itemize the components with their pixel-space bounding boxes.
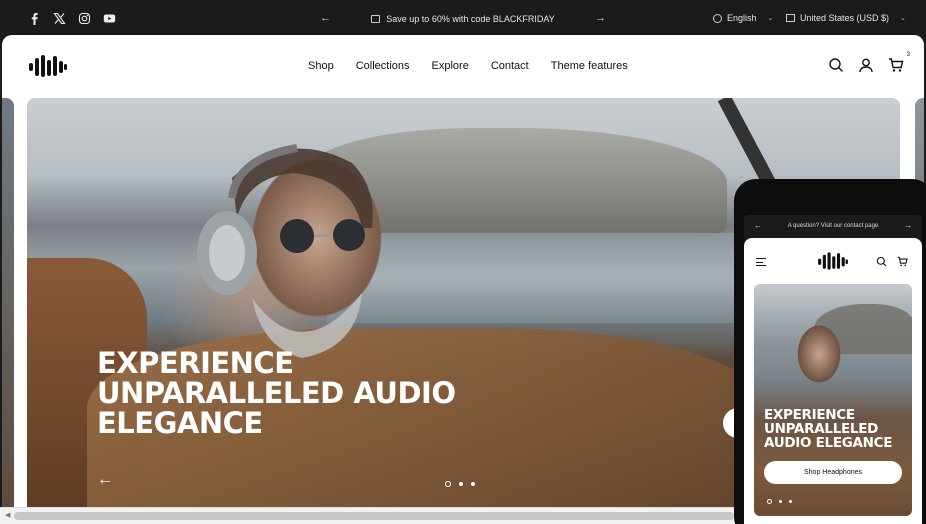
announcement-bar: ← Save up to 60% with code BLACKFRIDAY →… [0,0,926,36]
cart-count-badge: 3 [906,52,910,58]
slide-dot-2[interactable] [779,500,782,503]
brand-logo[interactable] [28,52,68,80]
mobile-screen: ← A question? Visit our contact page → E… [744,215,922,524]
arrow-right-icon[interactable]: → [904,222,912,230]
search-icon[interactable] [876,256,887,267]
social-links [28,12,116,25]
mobile-preview: ← A question? Visit our contact page → E… [734,179,926,524]
account-icon[interactable] [858,57,874,73]
header-icons: 3 [828,52,910,73]
currency-selector[interactable]: United States (USD $) ⌄ [786,13,906,23]
slide-dot-3[interactable] [789,500,792,503]
mobile-panel: EXPERIENCE UNPARALLELED AUDIO ELEGANCE S… [744,238,922,524]
youtube-icon[interactable] [103,12,116,25]
slide-dot-3[interactable] [471,482,475,486]
site-header: Shop Collections Explore Contact Theme f… [2,35,924,97]
mobile-slide-pagination [767,499,792,504]
instagram-icon[interactable] [78,12,91,25]
arrow-left-icon[interactable]: ← [97,472,117,488]
menu-icon[interactable] [756,258,766,266]
nav-item-collections[interactable]: Collections [356,60,410,72]
previous-slide-peek [2,98,14,524]
mobile-header-icons [876,256,908,267]
mobile-hero-title: EXPERIENCE UNPARALLELED AUDIO ELEGANCE [764,407,893,451]
arrow-right-icon[interactable]: → [595,13,606,24]
scroll-left-icon[interactable]: ◀ [5,511,10,519]
shop-headphones-button[interactable]: Shop Headphones [764,461,902,484]
nav-item-explore[interactable]: Explore [432,60,469,72]
slide-dot-1[interactable] [445,481,451,487]
hero-title: EXPERIENCE UNPARALLELED AUDIO ELEGANCE [97,346,456,440]
mobile-announcement-text: A question? Visit our contact page [787,223,879,229]
slide-dot-2[interactable] [459,482,463,486]
hero-image-person [137,118,467,524]
nav-item-contact[interactable]: Contact [491,60,529,72]
mobile-hero: EXPERIENCE UNPARALLELED AUDIO ELEGANCE S… [754,284,912,516]
announcement-message: Save up to 60% with code BLACKFRIDAY [371,13,555,24]
mobile-brand-logo[interactable] [816,250,850,272]
scrollbar-thumb[interactable] [14,512,734,520]
nav-item-shop[interactable]: Shop [308,60,334,72]
storefront-page: ← Save up to 60% with code BLACKFRIDAY →… [0,0,926,524]
chevron-down-icon: ⌄ [767,15,774,22]
currency-label: United States (USD $) [800,13,890,23]
language-label: English [727,13,757,23]
x-icon[interactable] [53,12,66,25]
slide-pagination [445,481,475,487]
flag-icon [786,14,795,22]
chevron-down-icon: ⌄ [900,15,906,22]
announcement-text: Save up to 60% with code BLACKFRIDAY [386,13,555,24]
main-nav: Shop Collections Explore Contact Theme f… [308,60,628,72]
nav-item-theme-features[interactable]: Theme features [551,60,628,72]
cart-icon[interactable]: 3 [888,52,910,73]
globe-icon [713,13,722,23]
announcement-carousel: ← Save up to 60% with code BLACKFRIDAY → [320,13,606,24]
mobile-announcement-bar: ← A question? Visit our contact page → [744,215,922,237]
language-selector[interactable]: English ⌄ [713,13,773,23]
facebook-icon[interactable] [28,12,41,25]
mobile-hero-image-person [764,294,854,414]
cart-icon[interactable] [897,256,908,267]
search-icon[interactable] [828,57,844,73]
tag-icon [371,14,381,23]
slide-dot-1[interactable] [767,499,772,504]
arrow-left-icon[interactable]: ← [320,13,331,24]
